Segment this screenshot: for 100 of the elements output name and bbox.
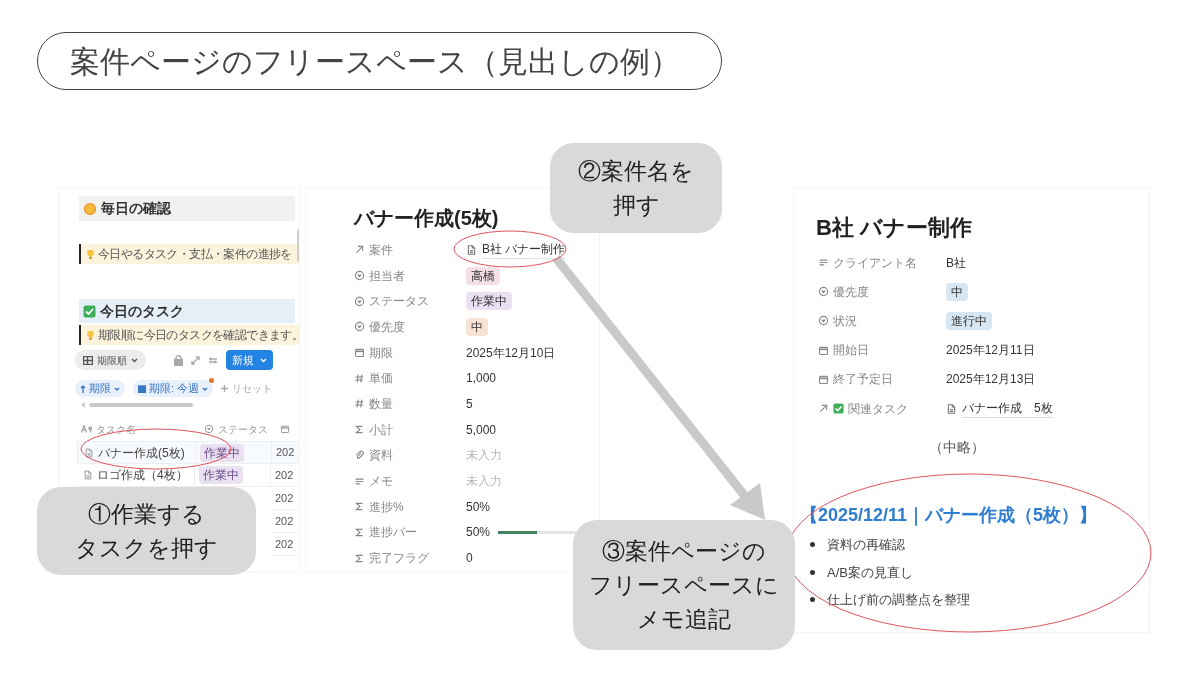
calendar-icon	[280, 424, 290, 434]
sun-icon	[83, 201, 97, 216]
hash-icon	[354, 372, 365, 384]
lock-icon	[174, 354, 183, 366]
callout-text: ①作業する	[88, 500, 205, 529]
property-label: 担当者	[369, 267, 405, 285]
relation-link[interactable]: バナー作成 5枚	[962, 399, 1053, 419]
property-label: 進捗バー	[369, 524, 417, 542]
omitted-note: （中略）	[927, 438, 986, 458]
page-title: B社 バナー制作	[816, 214, 973, 242]
property-label: クライアント名	[833, 254, 917, 272]
list-item-text: 仕上げ前の調整点を整理	[827, 591, 970, 610]
callout-text: 押す	[612, 191, 660, 220]
callout-text: フリースペースに	[589, 571, 779, 600]
date-cell-text: 202	[275, 513, 294, 529]
property-label: メモ	[369, 473, 393, 491]
dropdown-circle-icon	[354, 270, 365, 282]
property-value: 2025年12月13日	[946, 371, 1036, 389]
table-row[interactable]: バナー作成(5枚) 作業中 202	[77, 441, 299, 464]
date-cell-text: 202	[275, 490, 294, 506]
property-value: 5	[466, 395, 473, 413]
document-icon	[466, 243, 477, 256]
property-value: 5,000	[466, 421, 497, 439]
hash-icon	[354, 398, 365, 410]
property-label: 期限	[369, 344, 393, 362]
callout-text: タスクを押す	[75, 534, 218, 563]
property-tag: 中	[946, 282, 968, 301]
task-name: バナー作成(5枚)	[98, 444, 185, 462]
table-row[interactable]: ロゴ作成（4枚） 作業中 202	[77, 464, 299, 487]
property-label: 優先度	[369, 318, 405, 336]
callout-text: メモ追記	[637, 605, 731, 634]
arrow-icon	[818, 403, 829, 415]
section-heading: 毎日の確認	[101, 199, 171, 218]
date-cell-text: 202	[275, 467, 294, 483]
property-label: 優先度	[833, 283, 869, 301]
dropdown-circle-icon	[818, 286, 829, 298]
bulb-icon	[86, 248, 95, 260]
page-title: バナー作成(5枚)	[354, 206, 500, 231]
document-icon	[946, 402, 957, 415]
checkbox-icon	[833, 403, 844, 415]
calendar-icon	[138, 384, 146, 393]
property-label: 完了フラグ	[369, 550, 429, 568]
property-label: ステータス	[369, 293, 429, 311]
callout-text: 今日やるタスク・支払・案件の進捗を	[98, 246, 292, 263]
table-icon	[83, 355, 93, 365]
scrollbar-thumb[interactable]	[89, 403, 193, 407]
property-label: 小計	[369, 421, 393, 439]
property-value: 50%	[466, 524, 491, 542]
memo-heading: 【2025/12/11｜バナー作成（5枚）】	[800, 504, 1099, 528]
sigma-icon	[354, 501, 365, 513]
calendar-icon	[818, 373, 829, 385]
document-icon	[83, 469, 93, 481]
caret-icon	[114, 386, 120, 391]
sigma-icon	[354, 424, 365, 436]
property-value: B社	[946, 254, 966, 272]
property-tag: 高橋	[466, 266, 500, 285]
sigma-icon	[354, 526, 365, 538]
bulb-icon	[86, 329, 95, 341]
calendar-icon	[354, 347, 365, 359]
arrow-icon	[354, 244, 365, 256]
plus-icon	[221, 385, 229, 392]
dropdown-circle-icon	[354, 321, 365, 333]
view-tab[interactable]: 期限順	[75, 350, 146, 370]
callout-text: ②案件名を	[578, 157, 694, 186]
list-item-text: A/B案の見直し	[827, 563, 913, 582]
calendar-icon	[818, 344, 829, 356]
caret-icon	[131, 357, 138, 363]
property-value: 2025年12月10日	[466, 344, 556, 362]
scroll-left-icon	[81, 402, 85, 408]
date-cell-text: 202	[275, 536, 294, 552]
date-filter-chip[interactable]: 期限: 今週	[133, 380, 214, 397]
dropdown-circle-icon	[354, 295, 365, 307]
property-value: 0	[466, 550, 473, 568]
property-label: 資料	[369, 447, 393, 465]
caret-icon	[260, 357, 267, 363]
dropdown-circle-icon	[818, 315, 829, 327]
property-value: 2025年12月11日	[946, 342, 1035, 360]
text-lines-icon	[354, 475, 365, 487]
caret-icon	[202, 386, 209, 391]
dropdown-circle-icon	[204, 424, 214, 434]
property-label: 開始日	[833, 342, 869, 360]
paperclip-icon	[354, 449, 365, 461]
property-label: 数量	[369, 395, 393, 413]
text-type-icon	[81, 425, 92, 433]
document-icon	[84, 446, 94, 459]
property-tag: 進行中	[946, 311, 992, 330]
section-heading: 今日のタスク	[100, 301, 184, 321]
property-tag: 中	[466, 317, 488, 336]
property-tag: 作業中	[466, 292, 512, 311]
sort-filter-chip[interactable]: 期限	[75, 380, 125, 397]
expand-icon	[191, 355, 200, 365]
property-value: 未入力	[466, 473, 502, 491]
callout-text: ③案件ページの	[602, 537, 766, 566]
new-button[interactable]: 新規	[226, 350, 273, 370]
property-label: 進捗%	[369, 498, 404, 516]
sliders-icon	[208, 355, 218, 365]
status-tag: 作業中	[199, 466, 243, 484]
up-arrow-icon	[80, 384, 86, 393]
sigma-icon	[354, 552, 365, 564]
list-item-text: 資料の再確認	[827, 536, 905, 555]
